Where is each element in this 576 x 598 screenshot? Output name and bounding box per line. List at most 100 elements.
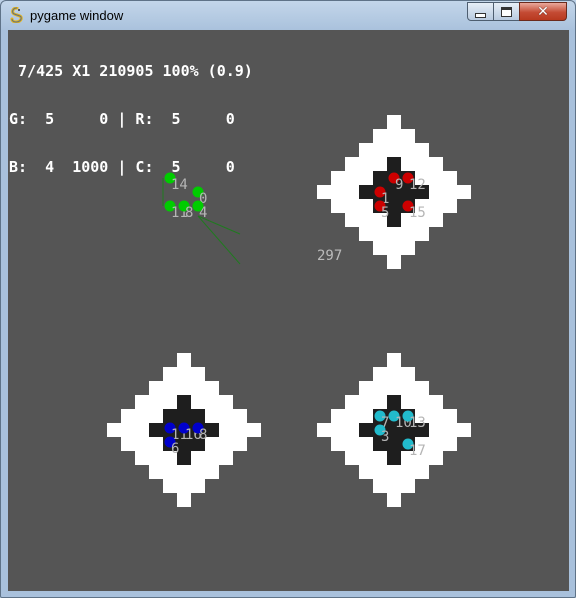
base-tile xyxy=(205,381,219,395)
base-tile xyxy=(387,367,401,381)
base-tile xyxy=(247,423,261,437)
hud-overlay: 7/425 X1 210905 100% (0.9) G: 5 0 | R: 5… xyxy=(9,31,253,207)
base-tile xyxy=(387,451,401,465)
base-tile xyxy=(177,493,191,507)
base-tile xyxy=(387,241,401,255)
red-unit-label: 9 xyxy=(395,177,403,193)
base-tile xyxy=(331,185,345,199)
base-tile xyxy=(135,437,149,451)
cyan-unit-label: 17 xyxy=(409,443,426,459)
close-button[interactable]: ✕ xyxy=(519,2,567,21)
base-tile xyxy=(345,199,359,213)
base-tile xyxy=(121,409,135,423)
blue-unit-label: 6 xyxy=(171,441,179,457)
base-tile xyxy=(373,241,387,255)
base-tile xyxy=(415,157,429,171)
base-tile xyxy=(401,143,415,157)
blue-unit-label: 8 xyxy=(199,427,207,443)
base-tile xyxy=(233,437,247,451)
base-tile xyxy=(177,367,191,381)
base-tile xyxy=(429,395,443,409)
base-tile xyxy=(317,423,331,437)
base-tile xyxy=(121,423,135,437)
base-tile xyxy=(373,143,387,157)
base-tile xyxy=(387,143,401,157)
window-title: pygame window xyxy=(30,8,124,23)
base-tile xyxy=(205,409,219,423)
base-tile xyxy=(429,451,443,465)
base-tile xyxy=(359,157,373,171)
base-tile xyxy=(457,185,471,199)
base-tile xyxy=(373,479,387,493)
base-tile xyxy=(331,423,345,437)
base-tile xyxy=(345,395,359,409)
base-tile xyxy=(135,451,149,465)
base-tile xyxy=(163,395,177,409)
maximize-button[interactable] xyxy=(493,2,520,21)
base-tile xyxy=(121,437,135,451)
base-tile xyxy=(177,381,191,395)
base-tile xyxy=(359,451,373,465)
base-tile xyxy=(443,437,457,451)
base-tile xyxy=(429,213,443,227)
cyan-base xyxy=(317,353,471,507)
base-tile xyxy=(191,451,205,465)
base-tile xyxy=(359,171,373,185)
base-tile xyxy=(359,227,373,241)
base-tile xyxy=(149,395,163,409)
base-tile xyxy=(219,395,233,409)
base-tile xyxy=(345,451,359,465)
maximize-icon xyxy=(501,6,512,17)
base-tile xyxy=(429,423,443,437)
base-tile xyxy=(415,395,429,409)
base-tile xyxy=(149,451,163,465)
red-base xyxy=(317,115,471,269)
base-tile xyxy=(191,381,205,395)
red-unit-label: 5 xyxy=(381,205,389,221)
green-trail-line xyxy=(197,215,241,265)
base-tile xyxy=(205,395,219,409)
base-tile xyxy=(345,409,359,423)
base-tile xyxy=(387,157,401,171)
base-tile xyxy=(429,199,443,213)
base-tile xyxy=(387,395,401,409)
base-tile xyxy=(401,381,415,395)
base-tile xyxy=(191,409,205,423)
base-tile xyxy=(359,381,373,395)
minimize-icon xyxy=(475,12,486,18)
base-tile xyxy=(429,409,443,423)
base-tile xyxy=(163,367,177,381)
base-tile xyxy=(359,465,373,479)
base-tile xyxy=(219,451,233,465)
base-tile xyxy=(177,409,191,423)
base-tile xyxy=(359,437,373,451)
base-tile xyxy=(149,381,163,395)
base-tile xyxy=(429,157,443,171)
base-tile xyxy=(135,409,149,423)
base-tile xyxy=(373,129,387,143)
base-tile xyxy=(415,465,429,479)
hud-status-line: 7/425 X1 210905 100% (0.9) xyxy=(9,62,253,80)
base-tile xyxy=(149,465,163,479)
cyan-unit-label: 3 xyxy=(381,429,389,445)
base-tile xyxy=(219,409,233,423)
base-tile xyxy=(415,227,429,241)
game-canvas[interactable]: 14 0 11 8 4 9 12 1 5 15 11 16 8 6 7 10 13 3 17 297 7/425 X… xyxy=(8,30,569,591)
green-unit-label: 8 xyxy=(185,205,193,221)
base-tile xyxy=(359,143,373,157)
base-tile xyxy=(359,423,373,437)
base-tile xyxy=(387,381,401,395)
base-tile xyxy=(387,493,401,507)
base-tile xyxy=(387,479,401,493)
base-tile xyxy=(443,185,457,199)
base-tile xyxy=(233,409,247,423)
base-tile xyxy=(415,381,429,395)
base-tile xyxy=(331,171,345,185)
minimize-button[interactable] xyxy=(467,2,494,21)
base-tile xyxy=(205,465,219,479)
base-tile xyxy=(191,395,205,409)
base-tile xyxy=(401,367,415,381)
red-unit-label: 12 xyxy=(409,177,426,193)
title-bar[interactable]: pygame window ✕ xyxy=(1,1,575,30)
base-tile xyxy=(191,367,205,381)
